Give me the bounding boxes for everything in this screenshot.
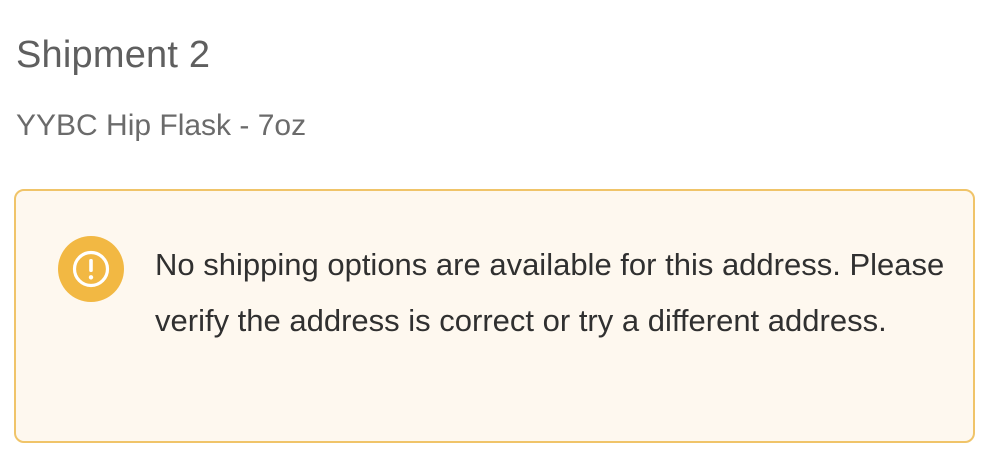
shipment-section: Shipment 2 YYBC Hip Flask - 7oz No shipp… (0, 0, 1001, 476)
product-name: YYBC Hip Flask - 7oz (16, 109, 307, 142)
shipment-title: Shipment 2 (16, 34, 211, 76)
warning-circle-icon (58, 236, 124, 302)
alert-message: No shipping options are available for th… (155, 247, 945, 338)
shipping-warning-alert: No shipping options are available for th… (14, 189, 975, 443)
